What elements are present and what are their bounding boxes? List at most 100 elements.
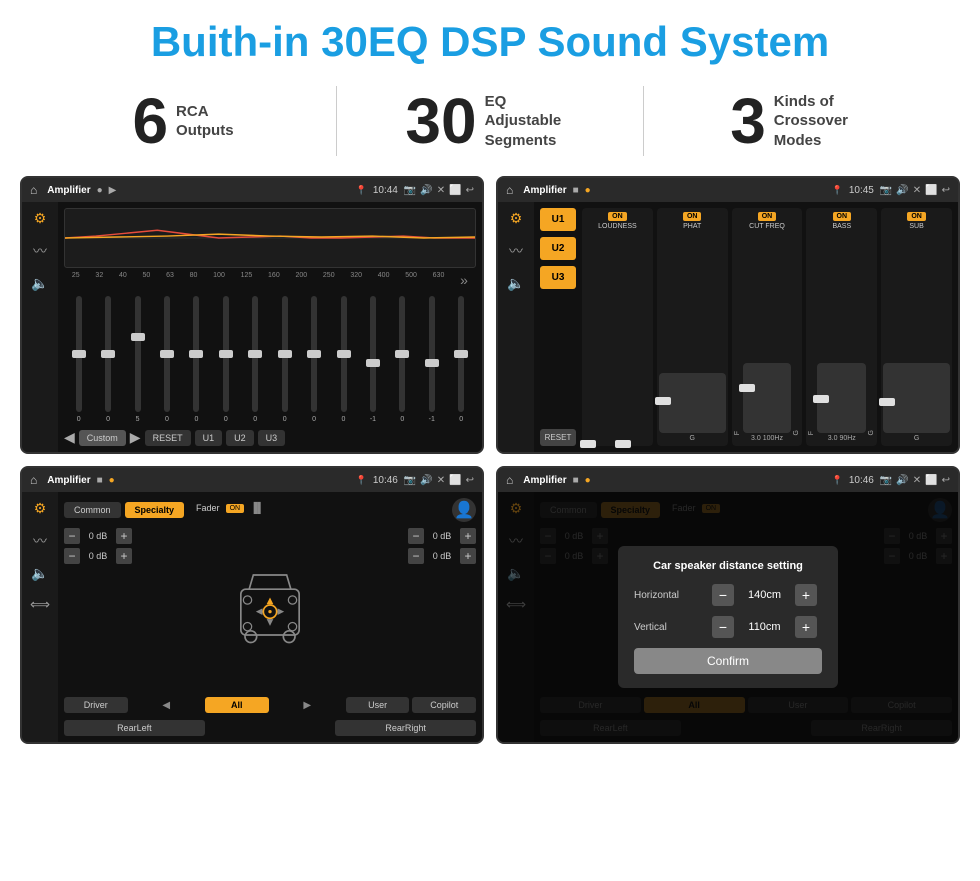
db-minus-1[interactable]: − — [64, 528, 80, 544]
db-plus-3[interactable]: + — [460, 528, 476, 544]
stat-rca: 6 RCAOutputs — [40, 89, 326, 153]
all-button[interactable]: All — [205, 697, 269, 713]
balance-icon-3[interactable]: ⟺ — [30, 596, 50, 613]
eq-slider-6[interactable]: 0 — [211, 294, 240, 423]
spec-bottom-buttons-2: RearLeft RearRight — [64, 720, 476, 736]
horizontal-plus-button[interactable]: + — [795, 584, 817, 606]
topbar-title-1: Amplifier — [47, 185, 90, 196]
eq-icon[interactable]: ⚙ — [34, 210, 47, 227]
specialty-main: Common Specialty Fader ON ▐▌ 👤 − — [58, 492, 482, 742]
db-plus-4[interactable]: + — [460, 548, 476, 564]
driver-button[interactable]: Driver — [64, 697, 128, 713]
eq-custom-button[interactable]: Custom — [79, 430, 126, 446]
eq-more-icon[interactable]: » — [460, 272, 468, 288]
eq-slider-14[interactable]: 0 — [446, 294, 475, 423]
topbar-circle-3: ● — [109, 475, 115, 486]
eq-slider-9[interactable]: 0 — [299, 294, 328, 423]
screen-sidebar-2: ⚙ 〰 🔈 — [498, 202, 534, 452]
db-plus-2[interactable]: + — [116, 548, 132, 564]
phat-val: G — [689, 435, 694, 442]
eq-slider-10[interactable]: 0 — [329, 294, 358, 423]
freq-labels: 25 32 40 50 63 80 100 125 160 200 250 32… — [64, 272, 476, 288]
phat-slider[interactable] — [659, 373, 726, 433]
topbar-dot-4: ■ — [573, 475, 579, 486]
confirm-button[interactable]: Confirm — [634, 648, 822, 674]
eq-u2-button[interactable]: U2 — [226, 430, 254, 446]
freq-400: 400 — [378, 272, 390, 288]
freq-160: 160 — [268, 272, 280, 288]
freq-200: 200 — [295, 272, 307, 288]
amp-u1-button[interactable]: U1 — [540, 208, 576, 231]
spec-db-row-3: − 0 dB + — [408, 528, 476, 544]
eq-icon-2[interactable]: ⚙ — [510, 210, 523, 227]
freq-100: 100 — [213, 272, 225, 288]
eq-reset-button[interactable]: RESET — [145, 430, 191, 446]
amp-reset-button[interactable]: RESET — [540, 429, 576, 446]
cutfreq-slider[interactable] — [743, 363, 792, 433]
eq-u1-button[interactable]: U1 — [195, 430, 223, 446]
amp-u2-button[interactable]: U2 — [540, 237, 576, 260]
cutfreq-label: CUT FREQ — [749, 223, 785, 230]
eq-slider-1[interactable]: 0 — [64, 294, 93, 423]
vertical-value: 110cm — [742, 621, 787, 633]
eq-icon-3[interactable]: ⚙ — [34, 500, 47, 517]
copilot-button[interactable]: Copilot — [412, 697, 476, 713]
db-minus-3[interactable]: − — [408, 528, 424, 544]
home-icon-4[interactable]: ⌂ — [506, 473, 513, 487]
eq-slider-5[interactable]: 0 — [182, 294, 211, 423]
stat-eq-number: 30 — [405, 89, 476, 153]
dialog-overlay: Car speaker distance setting Horizontal … — [498, 492, 958, 742]
freq-80: 80 — [190, 272, 198, 288]
amp-u3-button[interactable]: U3 — [540, 266, 576, 289]
wave-icon-3[interactable]: 〰 — [33, 531, 47, 551]
common-tab[interactable]: Common — [64, 502, 121, 518]
speaker-icon-3[interactable]: 🔈 — [31, 565, 48, 582]
eq-slider-13[interactable]: -1 — [417, 294, 446, 423]
volume-icon-4: 🔊 — [896, 475, 908, 486]
home-icon[interactable]: ⌂ — [30, 183, 37, 197]
eq-slider-7[interactable]: 0 — [241, 294, 270, 423]
bass-slider[interactable] — [817, 363, 866, 433]
rearleft-button[interactable]: RearLeft — [64, 720, 205, 736]
amp-presets: U1 U2 U3 RESET — [540, 208, 576, 446]
speaker-icon-2[interactable]: 🔈 — [507, 275, 524, 292]
db-minus-2[interactable]: − — [64, 548, 80, 564]
db-plus-1[interactable]: + — [116, 528, 132, 544]
eq-u3-button[interactable]: U3 — [258, 430, 286, 446]
topbar-3: ⌂ Amplifier ■ ● 📍 10:46 📷 🔊 ✕ ⬜ ↩ — [22, 468, 482, 492]
home-icon-3[interactable]: ⌂ — [30, 473, 37, 487]
eq-prev-button[interactable]: ◀ — [64, 429, 75, 446]
stat-crossover-number: 3 — [730, 89, 766, 153]
wave-icon-2[interactable]: 〰 — [509, 241, 523, 261]
back-icon-3: ↩ — [466, 475, 474, 486]
topbar-time-4: 10:46 — [849, 475, 874, 486]
topbar-pin-icon-2: 📍 — [832, 185, 843, 196]
sub-slider[interactable] — [883, 363, 950, 433]
wave-icon[interactable]: 〰 — [33, 241, 47, 261]
db-minus-4[interactable]: − — [408, 548, 424, 564]
speaker-icon[interactable]: 🔈 — [31, 275, 48, 292]
eq-next-button[interactable]: ▶ — [130, 429, 141, 446]
specialty-tab[interactable]: Specialty — [125, 502, 185, 518]
eq-slider-12[interactable]: 0 — [388, 294, 417, 423]
vertical-plus-button[interactable]: + — [795, 616, 817, 638]
right-arrow-icon[interactable]: ▶ — [303, 700, 311, 711]
topbar-title-3: Amplifier — [47, 475, 90, 486]
person-icon: 👤 — [452, 498, 476, 522]
home-icon-2[interactable]: ⌂ — [506, 183, 513, 197]
vertical-minus-button[interactable]: − — [712, 616, 734, 638]
fader-on-badge: ON — [226, 504, 245, 513]
screen-eq: ⌂ Amplifier ● ▶ 📍 10:44 📷 🔊 ✕ ⬜ ↩ ⚙ 〰 🔈 — [20, 176, 484, 454]
freq-32: 32 — [95, 272, 103, 288]
eq-slider-4[interactable]: 0 — [152, 294, 181, 423]
left-arrow-icon[interactable]: ◀ — [162, 700, 170, 711]
eq-slider-2[interactable]: 0 — [93, 294, 122, 423]
topbar-pin-icon-4: 📍 — [832, 475, 843, 486]
rearright-button[interactable]: RearRight — [335, 720, 476, 736]
horizontal-minus-button[interactable]: − — [712, 584, 734, 606]
freq-630: 630 — [433, 272, 445, 288]
user-button[interactable]: User — [346, 697, 410, 713]
eq-slider-8[interactable]: 0 — [270, 294, 299, 423]
eq-slider-3[interactable]: 5 — [123, 294, 152, 423]
eq-slider-11[interactable]: -1 — [358, 294, 387, 423]
